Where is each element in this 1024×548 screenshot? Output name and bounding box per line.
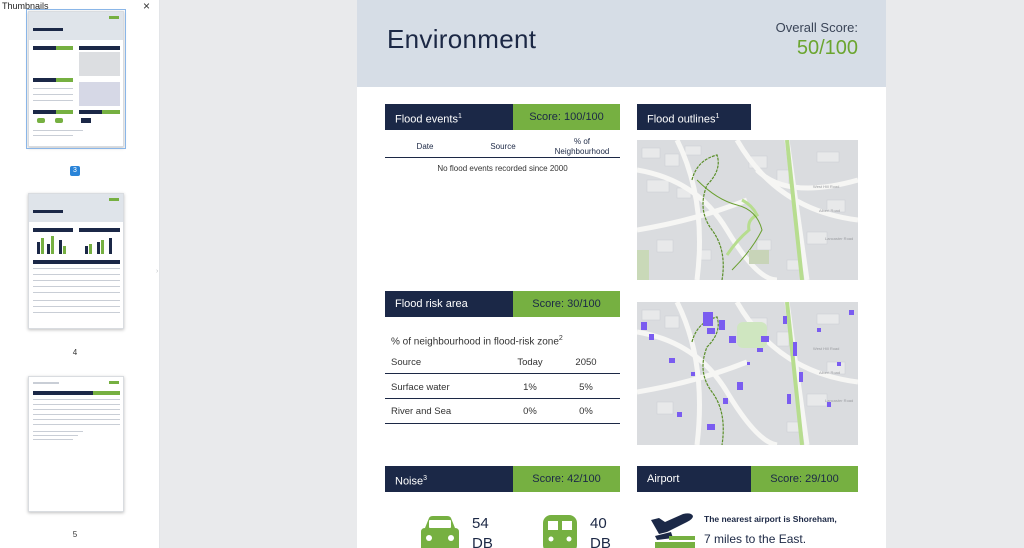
col-percent: % of xyxy=(573,137,590,146)
flood-outlines-title: Flood outlines1 xyxy=(637,104,751,130)
noise-title: Noise3 xyxy=(385,466,513,492)
flood-risk-subtitle: % of neighbourhood in flood-risk zone2 xyxy=(391,335,563,348)
page-number-4: 4 xyxy=(72,348,78,357)
airport-score: Score: 29/100 xyxy=(751,466,858,492)
table-rule xyxy=(385,423,620,424)
thumbnail-page-3[interactable] xyxy=(26,9,126,149)
rail-noise-value: 40 xyxy=(590,515,607,532)
svg-text:Albert Road: Albert Road xyxy=(819,370,840,375)
thumbnails-title: Thumbnails xyxy=(2,1,49,11)
col-source: Source xyxy=(490,142,516,151)
flood-outline-map: West Hill Road Albert Road Lancaster Road xyxy=(637,140,858,280)
viewer-background xyxy=(886,0,1024,548)
flood-events-header: Flood events1 Score: 100/100 xyxy=(385,104,620,130)
flood-outlines-header: Flood outlines1 xyxy=(637,104,751,130)
col-today: Today xyxy=(517,357,543,368)
row-source: River and Sea xyxy=(391,406,452,417)
document-page: Environment Overall Score: 50/100 Flood … xyxy=(357,0,886,548)
svg-text:West Hill Road: West Hill Road xyxy=(813,184,839,189)
row-2050: 0% xyxy=(579,406,593,417)
airplane-icon xyxy=(647,510,697,548)
col-neighbourhood: Neighbourhood xyxy=(554,147,610,156)
table-rule xyxy=(385,157,620,158)
overall-score-label: Overall Score: xyxy=(775,20,858,35)
col-source: Source xyxy=(391,357,422,368)
no-flood-events-message: No flood events recorded since 2000 xyxy=(437,164,568,173)
noise-header: Noise3 Score: 42/100 xyxy=(385,466,620,492)
svg-text:Albert Road: Albert Road xyxy=(819,208,840,213)
airport-title: Airport xyxy=(637,466,751,492)
road-noise-value: 54 xyxy=(472,515,489,532)
flood-events-score: Score: 100/100 xyxy=(513,104,620,130)
row-today: 0% xyxy=(523,406,537,417)
flood-risk-title: Flood risk area xyxy=(385,291,513,317)
flood-risk-score: Score: 30/100 xyxy=(513,291,620,317)
overall-score-value: 50/100 xyxy=(796,37,858,59)
row-today: 1% xyxy=(523,382,537,393)
flood-risk-header: Flood risk area Score: 30/100 xyxy=(385,291,620,317)
airport-header: Airport Score: 29/100 xyxy=(637,466,858,492)
svg-text:Lancaster Road: Lancaster Road xyxy=(825,398,853,403)
table-rule xyxy=(385,398,620,399)
road-noise-unit: DB xyxy=(472,535,493,548)
noise-score: Score: 42/100 xyxy=(513,466,620,492)
train-icon xyxy=(540,513,580,548)
svg-text:West Hill Road: West Hill Road xyxy=(813,346,839,351)
svg-text:Lancaster Road: Lancaster Road xyxy=(825,236,853,241)
airport-nearest: The nearest airport is Shoreham, xyxy=(704,514,837,524)
row-source: Surface water xyxy=(391,382,450,393)
page-title: Environment xyxy=(387,24,537,54)
close-icon[interactable]: × xyxy=(143,0,150,13)
thumbnail-page-5[interactable] xyxy=(28,376,124,512)
rail-noise-unit: DB xyxy=(590,535,611,548)
thumbnail-page-4[interactable] xyxy=(28,193,124,329)
airport-distance: 7 miles to the East. xyxy=(704,532,807,546)
page-number-5: 5 xyxy=(72,530,78,539)
col-2050: 2050 xyxy=(575,357,597,368)
table-rule xyxy=(385,373,620,374)
flood-risk-map: West Hill Road Albert Road Lancaster Road xyxy=(637,302,858,445)
thumbnails-panel: Thumbnails × 3 4 5 › xyxy=(0,0,160,548)
row-2050: 5% xyxy=(579,382,593,393)
page-number-3: 3 xyxy=(70,166,80,176)
flood-events-title: Flood events1 xyxy=(385,104,513,130)
panel-resize-handle[interactable]: › xyxy=(156,268,160,276)
car-icon xyxy=(419,514,461,548)
col-date: Date xyxy=(416,142,434,151)
